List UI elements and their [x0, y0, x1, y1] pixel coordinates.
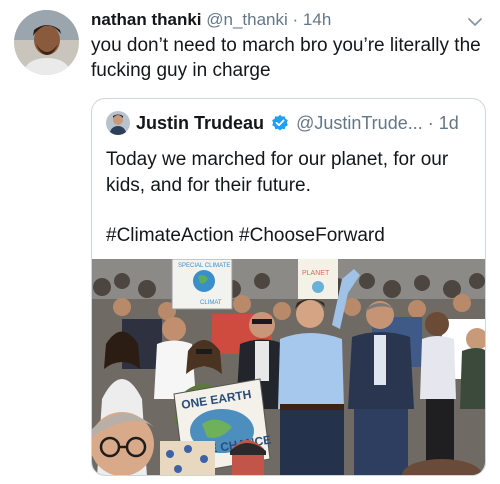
display-name[interactable]: nathan thanki [91, 10, 202, 29]
protest-sign-planet: PLANET [298, 259, 338, 299]
quoted-tweet-card[interactable]: Justin Trudeau @JustinTrude... · 1d Toda… [91, 98, 486, 476]
separator-dot: · [292, 10, 299, 29]
quoted-hashtags[interactable]: #ClimateAction #ChooseForward [106, 223, 385, 249]
quoted-timestamp[interactable]: 1d [439, 113, 459, 133]
sign-right-text: PLANET [302, 270, 330, 277]
sign-left-bottom-text: CLIMAT [200, 300, 222, 306]
quoted-header: Justin Trudeau @JustinTrude... · 1d [136, 112, 475, 134]
quoted-text: Today we marched for our planet, for our… [106, 149, 449, 196]
quoted-photo[interactable]: SPECIAL CLIMATE CLIMAT PLANET ONE EARTH … [92, 259, 485, 475]
avatar[interactable] [14, 10, 79, 75]
tweet-header: nathan thanki @n_thanki · 14h [91, 10, 460, 30]
sign-left-top-text: SPECIAL CLIMATE [178, 263, 230, 269]
user-handle[interactable]: @n_thanki [206, 10, 288, 29]
quoted-avatar[interactable] [106, 111, 130, 135]
verified-badge-icon [271, 114, 289, 132]
quoted-display-name[interactable]: Justin Trudeau [136, 113, 264, 133]
tweet-text: you don’t need to march bro you’re liter… [91, 35, 481, 81]
separator-dot: · [427, 113, 434, 133]
quoted-handle[interactable]: @JustinTrude... [296, 113, 423, 133]
chevron-down-icon[interactable] [468, 14, 482, 26]
timestamp[interactable]: 14h [303, 10, 331, 29]
protest-sign-globe: SPECIAL CLIMATE CLIMAT [171, 259, 233, 310]
